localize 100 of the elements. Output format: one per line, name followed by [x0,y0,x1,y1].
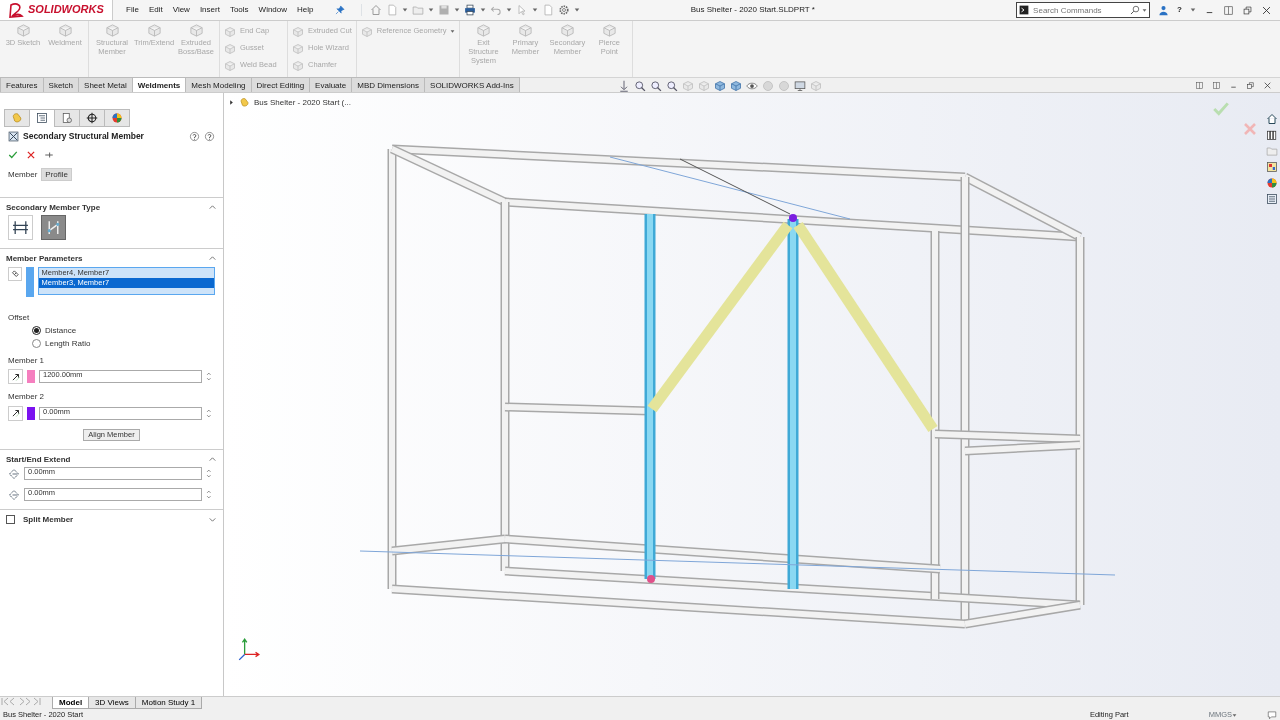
direction-button[interactable] [8,369,23,385]
tile-icon[interactable] [1223,4,1234,16]
box-icon[interactable] [730,80,742,92]
triad-icon [238,637,260,661]
config-icon [61,112,73,124]
panel-title: Secondary Structural Member [23,131,145,142]
magnifier-icon[interactable] [666,80,678,92]
menu-item[interactable]: Tools [224,5,254,15]
tab[interactable]: SOLIDWORKS Add-Ins [424,77,520,92]
caret-icon[interactable] [531,7,538,13]
caret-icon [450,29,456,34]
menu-item[interactable]: Edit [143,5,168,15]
tab[interactable]: Evaluate [309,77,353,92]
close-icon[interactable] [1261,4,1272,16]
box-icon[interactable] [714,80,726,92]
cube-icon [224,59,236,72]
caret-icon[interactable] [479,7,486,13]
tab[interactable]: Features [0,77,44,92]
tree-item[interactable]: Bus Shelter - 2020 Start (... [254,97,351,108]
pin-icon[interactable] [334,5,345,15]
tab[interactable]: Sheet Metal [78,77,133,92]
caret-icon[interactable] [427,7,434,13]
monitor-icon[interactable] [794,80,806,92]
tab[interactable]: Mesh Modeling [185,77,252,92]
caret-icon[interactable] [453,7,460,13]
section-heading: Member Parameters [6,254,84,264]
menu-item[interactable]: Insert [194,5,225,15]
tab[interactable]: Model [52,697,90,709]
close-icon[interactable] [1263,81,1272,90]
radio-label[interactable]: Length Ratio [45,338,91,349]
ok-icon[interactable] [8,150,18,160]
list-icon[interactable] [1266,193,1278,205]
help-icon[interactable] [189,131,200,142]
cube-icon [292,59,304,72]
link-icon [9,268,20,279]
tab[interactable]: Direct Editing [250,77,311,92]
restore-icon[interactable] [1242,4,1253,16]
window-title: Bus Shelter - 2020 Start.SLDPRT * [690,5,815,15]
direction-button[interactable] [8,405,23,421]
caret-icon[interactable] [505,7,512,13]
radio-label[interactable]: Distance [45,325,77,335]
tab[interactable]: MBD Dimensions [351,77,426,92]
comment-icon[interactable] [1267,710,1277,720]
appearance-icon[interactable] [1266,177,1278,189]
radio-button[interactable] [32,339,41,349]
menu-item[interactable]: Help [292,5,319,15]
pushpin-icon[interactable] [44,150,54,160]
part-icon [11,112,23,124]
tab[interactable]: Profile [41,168,73,182]
logo-mark-icon [8,1,24,18]
caret-icon[interactable] [1142,8,1148,13]
menu-item[interactable]: View [167,5,195,15]
radio-button[interactable] [32,325,41,335]
ladder-icon [12,219,29,237]
eye-icon[interactable] [746,80,758,92]
search-field[interactable]: Search Commands [1016,2,1151,18]
menu-item[interactable]: File [121,5,144,15]
arrow-down-icon[interactable] [618,80,630,92]
user-icon[interactable] [1158,4,1170,16]
link-button[interactable] [8,266,22,281]
home-icon[interactable] [1266,113,1278,125]
part-icon [239,97,250,108]
checkbox-label[interactable]: Split Member [23,515,200,525]
palette-icon[interactable] [1266,161,1278,173]
arrow-icon [10,371,21,382]
type-option[interactable] [41,215,66,241]
section-heading: Start/End Extend [6,455,72,465]
books-icon[interactable] [1266,129,1278,141]
caret-icon[interactable] [573,7,580,13]
magnifier-icon[interactable] [650,80,662,92]
checkbox[interactable] [6,515,15,525]
caret-icon[interactable] [1232,712,1237,718]
panel-tab[interactable] [29,109,55,127]
tab[interactable]: Weldments [131,77,187,92]
caret-icon[interactable] [1190,7,1196,13]
extend-icon [8,467,20,480]
appearance-icon [111,112,123,124]
extend-icon [8,488,20,501]
search-icon[interactable] [1130,5,1141,15]
tree-icon [36,112,48,124]
help-icon[interactable] [204,131,215,142]
tab[interactable]: 3D Views [88,697,136,709]
gear-icon[interactable] [557,4,570,16]
panel-tab[interactable] [79,109,105,127]
cube-icon [292,42,304,55]
magnifier-icon[interactable] [634,80,646,92]
restore-icon[interactable] [1246,81,1255,90]
tab[interactable]: Motion Study 1 [134,697,203,709]
cancel-icon[interactable] [26,150,36,160]
crosshair-icon [86,112,98,124]
cube-icon [224,25,236,38]
expand-arrow-icon[interactable] [228,99,235,106]
help-button[interactable]: ? [1177,5,1182,15]
printer-icon[interactable] [463,4,476,16]
tile-icon[interactable] [1212,81,1221,90]
menu-item[interactable]: Window [253,5,293,15]
caret-icon[interactable] [401,7,408,13]
offset-label: Offset [8,312,31,322]
tile-icon[interactable] [1195,81,1204,90]
expand-icon[interactable] [208,515,217,525]
